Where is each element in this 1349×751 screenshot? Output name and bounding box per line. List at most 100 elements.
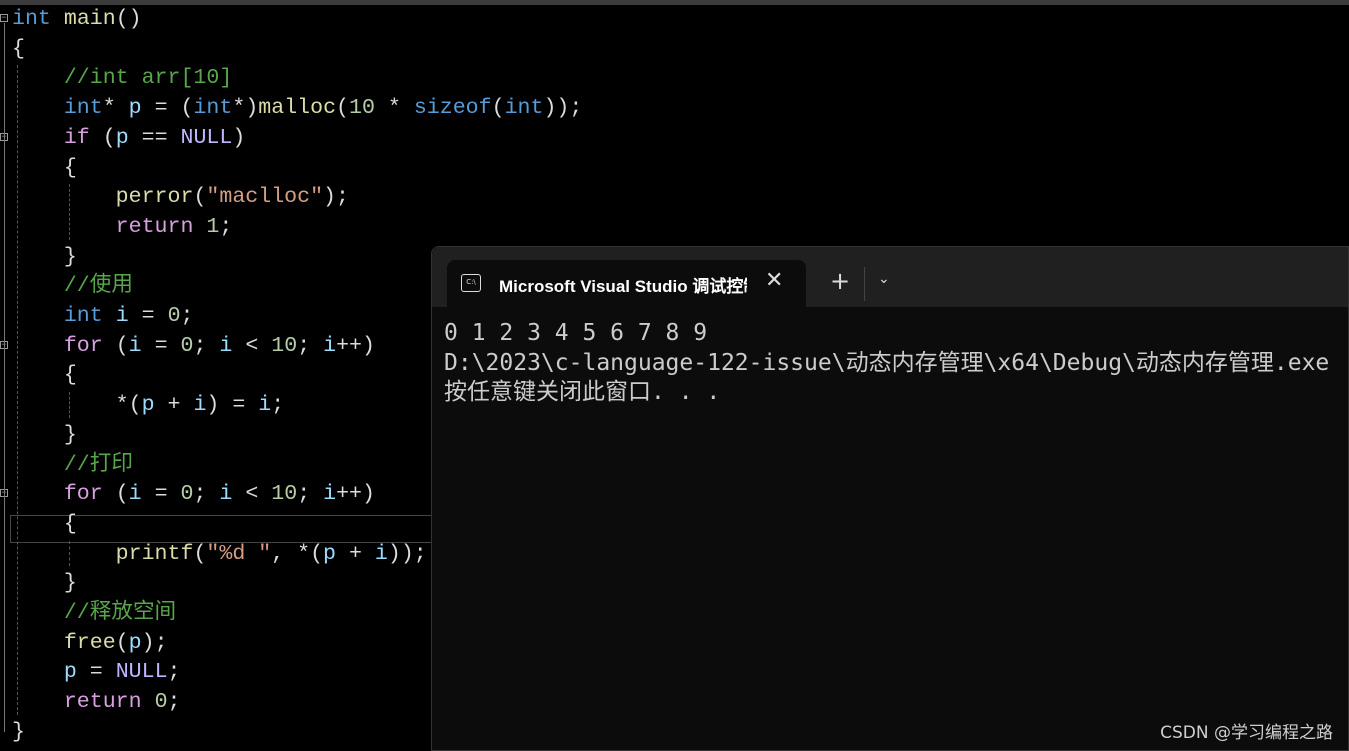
code-line: int i = 0; bbox=[12, 301, 194, 331]
code-line: free(p); bbox=[12, 628, 168, 658]
code-token-num: 0 bbox=[180, 333, 194, 358]
chevron-down-icon[interactable]: ⌄ bbox=[878, 271, 890, 287]
code-token-var: p bbox=[115, 125, 129, 150]
code-token-pl: ; bbox=[180, 304, 194, 328]
code-token-var: i bbox=[219, 482, 233, 507]
tab-title: Microsoft Visual Studio 调试控制台 bbox=[499, 277, 747, 296]
code-token-var: i bbox=[128, 482, 142, 507]
new-tab-button[interactable]: + bbox=[830, 267, 850, 295]
code-token-fn: malloc bbox=[258, 96, 337, 121]
code-token-pl: ; bbox=[219, 214, 233, 239]
code-token-var: p bbox=[141, 393, 155, 418]
console-icon: C:\ bbox=[461, 274, 481, 292]
code-token-pl: ); bbox=[141, 630, 168, 655]
code-token-var: i bbox=[193, 393, 207, 418]
code-token-pl: { bbox=[12, 36, 25, 61]
code-token-num: 0 bbox=[167, 304, 181, 328]
code-token-kw: int bbox=[63, 304, 103, 328]
terminal-output-line: 按任意键关闭此窗口. . . bbox=[444, 379, 721, 405]
code-token-pl: { bbox=[12, 363, 77, 388]
close-icon[interactable]: ✕ bbox=[765, 268, 783, 293]
code-token-cm: //释放空间 bbox=[63, 601, 177, 625]
code-line: } bbox=[12, 568, 77, 598]
watermark: CSDN @学习编程之路 bbox=[1160, 723, 1333, 743]
code-token-var: i bbox=[323, 482, 337, 507]
code-token-pl: < bbox=[232, 333, 272, 358]
code-line: { bbox=[12, 360, 77, 390]
code-line: //释放空间 bbox=[12, 598, 176, 628]
code-line: { bbox=[12, 509, 77, 539]
code-line: *(p + i) = i; bbox=[12, 390, 285, 420]
code-token-cm: //int arr[10] bbox=[63, 66, 233, 91]
code-token-num: 1 bbox=[206, 214, 220, 239]
code-token-num: 0 bbox=[154, 690, 168, 715]
code-line: if (p == NULL) bbox=[12, 123, 245, 153]
code-token-pl: ( bbox=[336, 96, 350, 121]
code-token-pl: ; bbox=[167, 660, 181, 685]
code-token-pl: ( bbox=[491, 96, 505, 121]
code-token-pl: ) = bbox=[206, 393, 259, 418]
code-token-var: i bbox=[128, 333, 142, 358]
code-token-kw: int bbox=[12, 7, 51, 31]
code-line: return 0; bbox=[12, 687, 181, 717]
code-token-pl: *( bbox=[12, 393, 142, 418]
code-token-var: p bbox=[128, 630, 142, 655]
code-token-pl: + bbox=[336, 541, 375, 566]
code-token-pl: < bbox=[232, 482, 272, 507]
code-token-pl: ; bbox=[297, 333, 324, 358]
code-token-num: 10 bbox=[349, 96, 375, 121]
code-token-pl: * bbox=[102, 96, 129, 121]
code-token-pl: } bbox=[12, 244, 77, 269]
code-token-fn: free bbox=[63, 630, 116, 655]
code-token-ctl: for bbox=[63, 333, 103, 358]
code-token-str: "maclloc" bbox=[206, 185, 324, 210]
fold-toggle-icon[interactable]: − bbox=[0, 14, 8, 23]
divider bbox=[864, 267, 865, 301]
code-token-pl: () bbox=[115, 7, 142, 31]
code-token-ctl: if bbox=[63, 125, 90, 150]
code-line: int* p = (int*)malloc(10 * sizeof(int)); bbox=[12, 93, 583, 123]
code-token-pl: ) bbox=[232, 125, 246, 150]
code-token-pl: ( bbox=[115, 630, 129, 655]
code-line: } bbox=[12, 420, 77, 450]
code-token-var: i bbox=[258, 393, 272, 418]
code-line: { bbox=[12, 34, 25, 64]
code-line: for (i = 0; i < 10; i++) bbox=[12, 479, 375, 509]
code-token-pl: * bbox=[374, 96, 414, 121]
code-token-pl: = bbox=[76, 660, 116, 685]
code-token-pl: = bbox=[141, 333, 181, 358]
code-token-pl: ; bbox=[271, 393, 285, 418]
code-token-pl: { bbox=[12, 155, 77, 180]
terminal-tab[interactable]: C:\ Microsoft Visual Studio 调试控制台 ✕ bbox=[447, 260, 806, 307]
code-line: //使用 bbox=[12, 271, 133, 301]
code-token-pl: = ( bbox=[141, 96, 194, 121]
code-token-var: i bbox=[323, 333, 337, 358]
indent-guide bbox=[17, 65, 18, 715]
code-token-pl: ( bbox=[89, 125, 116, 150]
code-token-str: "%d " bbox=[206, 541, 272, 566]
code-token-pl: ; bbox=[193, 333, 220, 358]
code-token-var: i bbox=[219, 333, 233, 358]
code-line: int main() bbox=[12, 4, 142, 34]
code-token-kw: int bbox=[63, 96, 103, 121]
terminal-window[interactable]: C:\ Microsoft Visual Studio 调试控制台 ✕ + ⌄ … bbox=[431, 246, 1349, 751]
code-token-pl: } bbox=[12, 571, 77, 596]
code-token-pl: ; bbox=[297, 482, 324, 507]
code-token-kw: sizeof bbox=[413, 96, 492, 121]
code-token-pl: } bbox=[12, 422, 77, 447]
code-token-fn: perror bbox=[115, 185, 194, 210]
